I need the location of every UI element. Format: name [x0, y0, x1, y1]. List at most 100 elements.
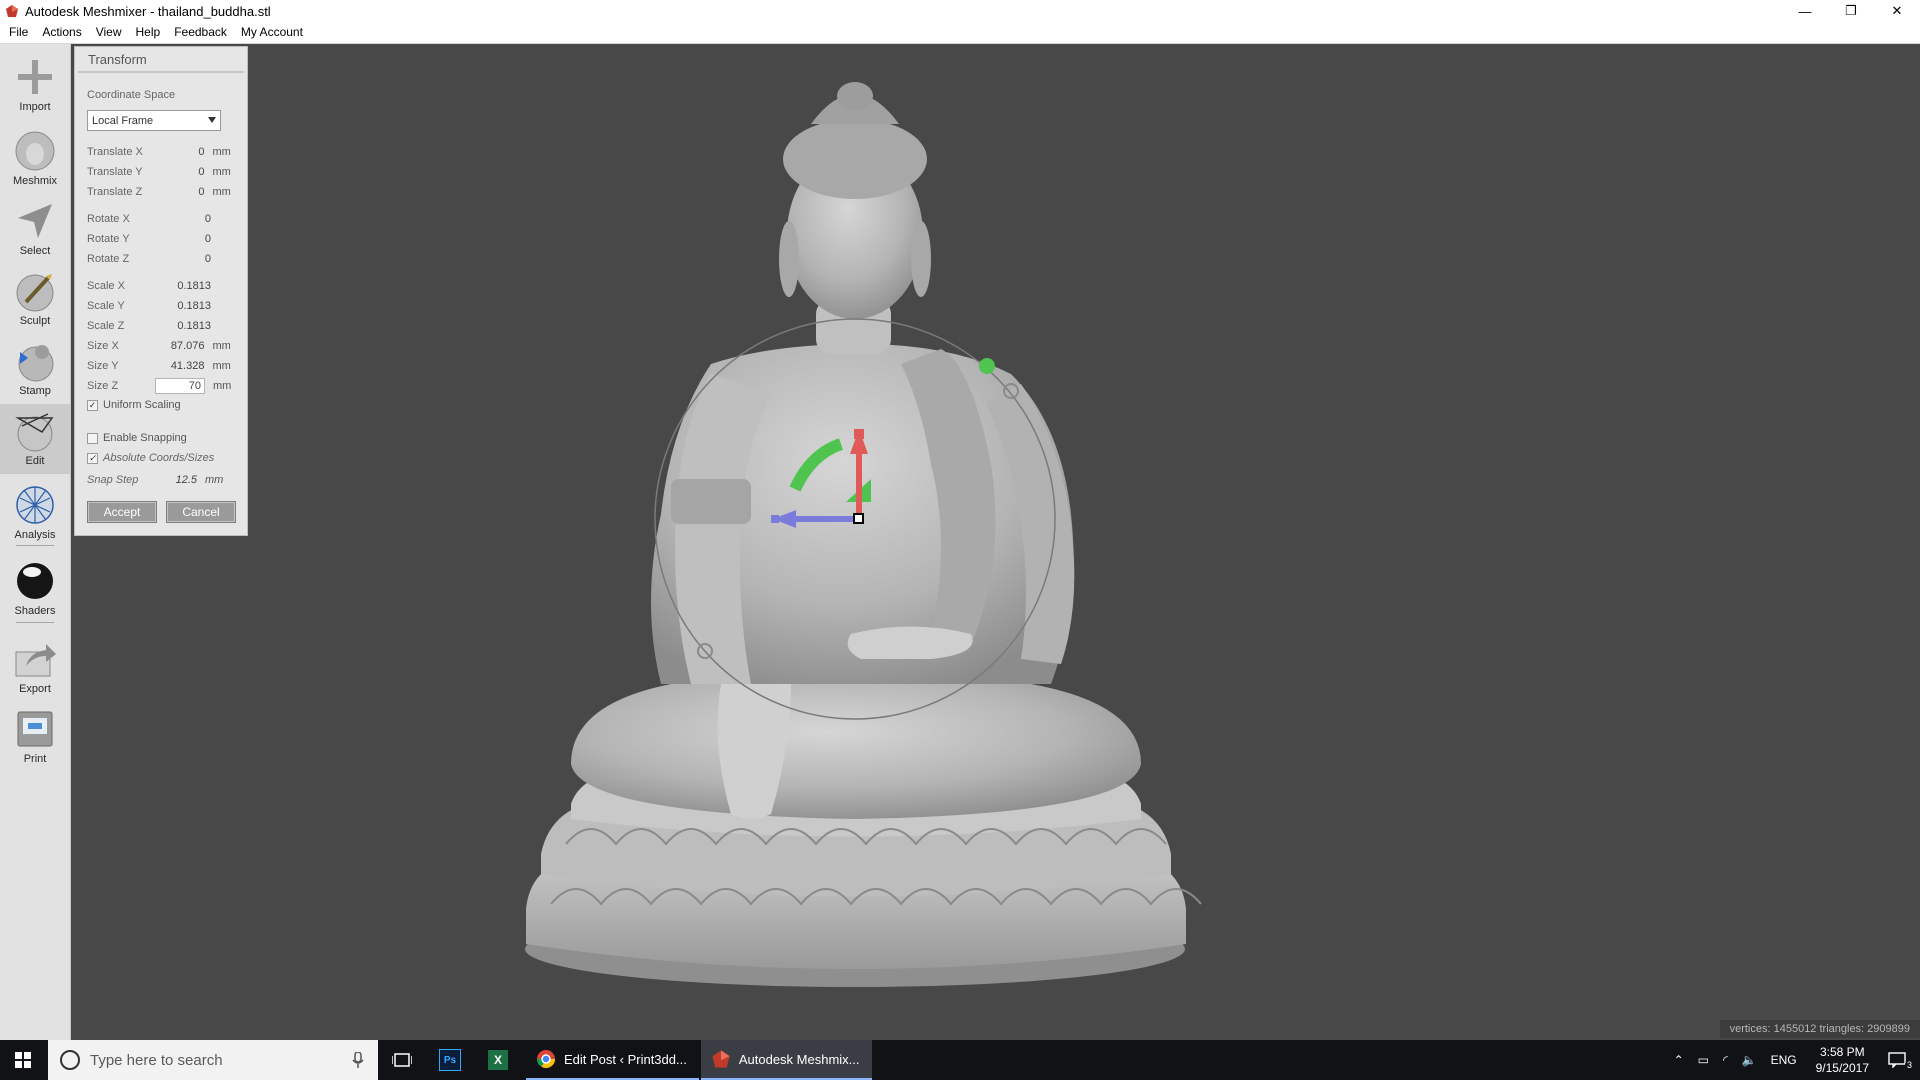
- scale-x-row[interactable]: Scale X 0.1813: [87, 278, 239, 294]
- meshmixer-app-icon: [6, 5, 18, 17]
- meshmix-head-icon: [15, 131, 55, 171]
- scale-x-value[interactable]: 0.1813: [151, 280, 211, 292]
- scale-y-row[interactable]: Scale Y 0.1813: [87, 298, 239, 314]
- transform-panel: Transform Coordinate Space Local Frame T…: [74, 46, 248, 536]
- translate-y-value[interactable]: 0: [148, 166, 204, 178]
- rotate-x-label: Rotate X: [87, 213, 130, 225]
- rotate-x-row[interactable]: Rotate X 0: [87, 211, 239, 227]
- export-icon: [15, 644, 56, 677]
- language-indicator[interactable]: ENG: [1764, 1053, 1804, 1067]
- size-z-label: Size Z: [87, 380, 119, 392]
- close-button[interactable]: ✕: [1874, 0, 1920, 22]
- size-y-value[interactable]: 41.328: [148, 360, 205, 372]
- search-placeholder: Type here to search: [90, 1051, 223, 1069]
- print-tool[interactable]: Print: [0, 702, 70, 772]
- taskbar-app-meshmixer[interactable]: Autodesk Meshmix...: [700, 1040, 872, 1080]
- start-button[interactable]: [0, 1040, 46, 1080]
- accept-button[interactable]: Accept: [87, 501, 157, 523]
- translate-x-value[interactable]: 0: [148, 146, 204, 158]
- minimize-button[interactable]: —: [1782, 0, 1828, 22]
- restore-button[interactable]: ❐: [1828, 0, 1874, 22]
- notification-center-icon[interactable]: 3: [1881, 1052, 1920, 1070]
- scale-y-value[interactable]: 0.1813: [151, 300, 211, 312]
- menu-view[interactable]: View: [89, 22, 129, 43]
- uniform-scaling-label: Uniform Scaling: [103, 399, 181, 411]
- export-label: Export: [19, 683, 51, 695]
- clock[interactable]: 3:58 PM 9/15/2017: [1804, 1044, 1881, 1076]
- rotate-z-value[interactable]: 0: [151, 253, 211, 265]
- import-tool[interactable]: Import: [0, 50, 70, 120]
- task-view-icon[interactable]: [378, 1040, 426, 1080]
- rotate-z-label: Rotate Z: [87, 253, 130, 265]
- translate-z-row[interactable]: Translate Z 0 mm: [87, 184, 239, 200]
- taskbar-app-chrome[interactable]: Edit Post ‹ Print3dd...: [526, 1040, 699, 1080]
- scale-z-row[interactable]: Scale Z 0.1813: [87, 318, 239, 334]
- excel-logo: X: [488, 1050, 508, 1070]
- snap-step-value[interactable]: 12.5: [151, 474, 197, 486]
- enable-snapping-checkbox[interactable]: Enable Snapping: [87, 432, 187, 444]
- shader-sphere-icon: [17, 563, 53, 599]
- size-x-row[interactable]: Size X 87.076 mm: [87, 338, 239, 354]
- battery-icon[interactable]: ▭: [1691, 1053, 1716, 1067]
- scale-x-label: Scale X: [87, 280, 125, 292]
- chevron-down-icon: [208, 117, 216, 123]
- translate-z-value[interactable]: 0: [148, 186, 204, 198]
- edit-tool[interactable]: Edit: [0, 404, 70, 474]
- mesh-stats: vertices: 1455012 triangles: 2909899: [1719, 1020, 1920, 1038]
- meshmixer-icon: [712, 1050, 730, 1068]
- rotate-x-value[interactable]: 0: [151, 213, 211, 225]
- menu-actions[interactable]: Actions: [35, 22, 88, 43]
- shaders-label: Shaders: [14, 605, 56, 617]
- shaders-tool[interactable]: Shaders: [0, 554, 70, 624]
- analysis-tool[interactable]: Analysis: [0, 478, 70, 548]
- edit-label: Edit: [25, 455, 45, 467]
- uniform-scaling-checkbox[interactable]: ✓ Uniform Scaling: [87, 399, 181, 411]
- scale-z-value[interactable]: 0.1813: [151, 320, 211, 332]
- print-label: Print: [23, 753, 47, 765]
- sculpt-tool[interactable]: Sculpt: [0, 264, 70, 334]
- export-tool[interactable]: Export: [0, 632, 70, 702]
- excel-icon[interactable]: X: [474, 1040, 522, 1080]
- size-y-label: Size Y: [87, 360, 119, 372]
- size-z-input[interactable]: 70: [155, 378, 205, 394]
- wifi-icon[interactable]: ◜: [1716, 1053, 1735, 1067]
- clock-date: 9/15/2017: [1815, 1061, 1869, 1075]
- printer-icon: [17, 711, 53, 747]
- menu-help[interactable]: Help: [129, 22, 168, 43]
- checkbox-checked-icon: ✓: [87, 399, 98, 411]
- coordinate-space-value: Local Frame: [92, 114, 154, 127]
- clock-time: 3:58 PM: [1819, 1045, 1865, 1059]
- microphone-icon[interactable]: [352, 1052, 364, 1068]
- translate-x-row[interactable]: Translate X 0 mm: [87, 144, 239, 160]
- select-tool[interactable]: Select: [0, 194, 70, 264]
- rotate-y-value[interactable]: 0: [151, 233, 211, 245]
- meshmix-tool[interactable]: Meshmix: [0, 124, 70, 194]
- 3d-viewport[interactable]: [71, 44, 1920, 1040]
- coordinate-space-select[interactable]: Local Frame: [87, 110, 221, 131]
- menu-feedback[interactable]: Feedback: [167, 22, 234, 43]
- translate-z-label: Translate Z: [87, 186, 143, 198]
- taskbar-search[interactable]: Type here to search: [48, 1040, 378, 1080]
- cortana-icon: [60, 1050, 80, 1070]
- absolute-coords-checkbox[interactable]: ✓ Absolute Coords/Sizes: [87, 452, 214, 464]
- chrome-icon: [537, 1050, 555, 1069]
- translate-y-row[interactable]: Translate Y 0 mm: [87, 164, 239, 180]
- rotate-y-row[interactable]: Rotate Y 0: [87, 231, 239, 247]
- buddha-model[interactable]: [525, 82, 1202, 987]
- size-x-value[interactable]: 87.076: [148, 340, 205, 352]
- stamp-tool[interactable]: Stamp: [0, 334, 70, 404]
- volume-icon[interactable]: 🔈: [1735, 1053, 1764, 1067]
- rotate-z-row[interactable]: Rotate Z 0: [87, 251, 239, 267]
- snap-step-row[interactable]: Snap Step 12.5 mm: [87, 472, 239, 488]
- menu-file[interactable]: File: [0, 22, 35, 43]
- size-x-label: Size X: [87, 340, 119, 352]
- menu-my-account[interactable]: My Account: [234, 22, 310, 43]
- chevron-up-icon[interactable]: ⌃: [1667, 1053, 1691, 1067]
- photoshop-icon[interactable]: Ps: [426, 1040, 474, 1080]
- enable-snapping-label: Enable Snapping: [103, 432, 187, 444]
- cancel-button[interactable]: Cancel: [166, 501, 236, 523]
- size-z-row[interactable]: Size Z 70 mm: [87, 378, 239, 394]
- title-bar: Autodesk Meshmixer - thailand_buddha.stl…: [0, 0, 1920, 22]
- unit-label: mm: [212, 166, 231, 178]
- size-y-row[interactable]: Size Y 41.328 mm: [87, 358, 239, 374]
